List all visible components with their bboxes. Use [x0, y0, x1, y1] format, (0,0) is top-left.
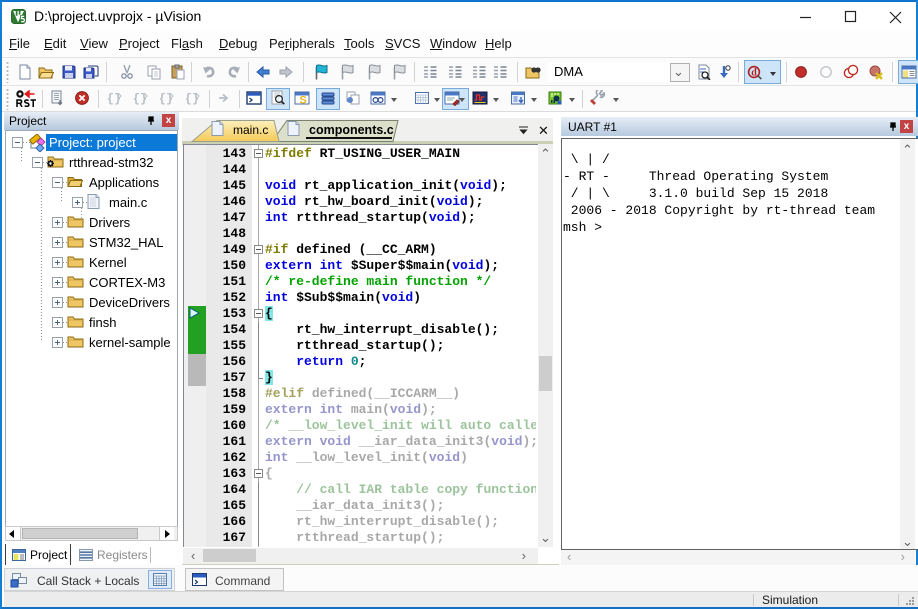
- svg-text:S: S: [299, 95, 306, 107]
- svg-text:d: d: [751, 68, 757, 79]
